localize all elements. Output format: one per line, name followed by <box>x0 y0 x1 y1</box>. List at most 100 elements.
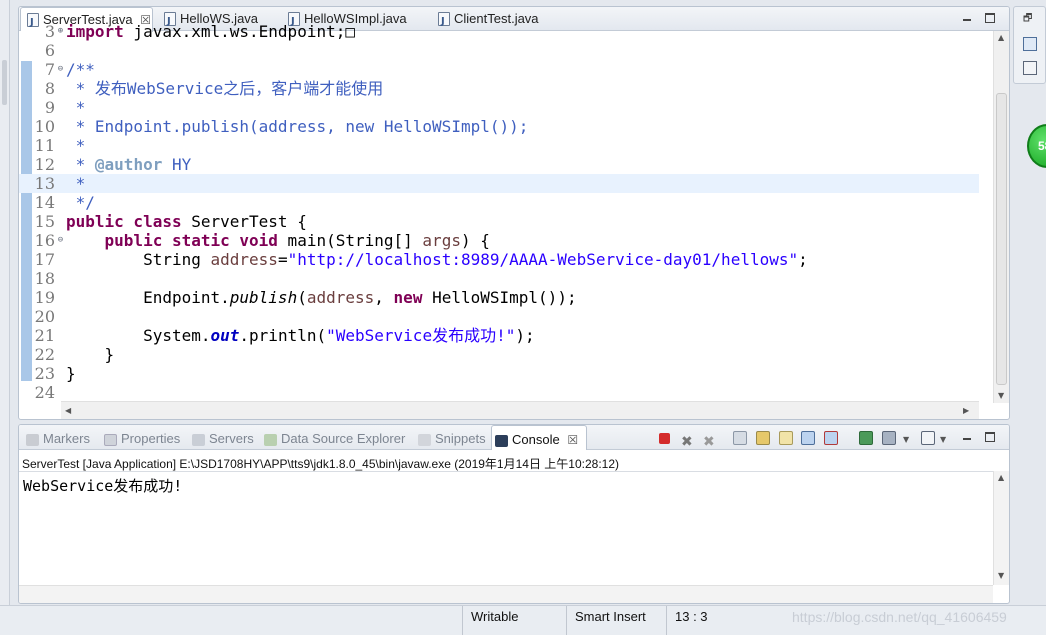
tab-snippets[interactable]: Snippets <box>415 425 486 450</box>
restore-icon[interactable]: 🗗 <box>1023 11 1037 25</box>
code-line[interactable]: 3 ⊕ import javax.xml.ws.Endpoint;□ <box>19 22 979 41</box>
terminate-icon[interactable] <box>659 433 670 444</box>
code-line[interactable]: 16 ⊖ public static void main(String[] arg… <box>19 231 979 250</box>
console-icon <box>495 435 508 447</box>
chevron-down-icon[interactable]: ▼ <box>903 435 909 444</box>
console-vertical-scrollbar[interactable]: ▲ ▼ <box>993 471 1009 585</box>
scroll-thumb[interactable] <box>996 93 1007 385</box>
editor-vertical-scrollbar[interactable]: ▲ ▼ <box>993 31 1009 403</box>
code-line[interactable]: 12 * @author HY <box>19 155 979 174</box>
cursor-position: 13 : 3 <box>666 606 766 635</box>
code-line[interactable]: 14 */ <box>19 193 979 212</box>
tab-console[interactable]: Console ☒ <box>491 425 587 450</box>
fold-toggle-icon[interactable]: ⊖ <box>56 236 65 245</box>
line-number: 22 <box>34 345 55 364</box>
display-console-icon[interactable] <box>882 431 896 445</box>
tab-markers[interactable]: Markers <box>23 425 90 450</box>
clear-console-icon[interactable] <box>733 431 747 445</box>
scroll-right-icon[interactable]: ▶ <box>963 406 969 415</box>
code-line[interactable]: 15 public class ServerTest { <box>19 212 979 231</box>
console-pane: Markers Properties Servers Data Source E… <box>18 424 1010 604</box>
scroll-down-icon[interactable]: ▼ <box>998 571 1004 580</box>
chevron-down-icon[interactable]: ▼ <box>940 435 946 444</box>
code-text: } <box>66 345 115 364</box>
maximize-icon[interactable] <box>985 432 995 442</box>
tab-label: Snippets <box>435 431 486 446</box>
show-when-stderr-icon[interactable] <box>824 431 838 445</box>
tab-label: Data Source Explorer <box>281 431 406 446</box>
code-line[interactable]: 23} <box>19 364 979 383</box>
task-list-icon[interactable] <box>1023 61 1037 75</box>
line-number: 18 <box>34 269 55 288</box>
code-line[interactable]: 6 <box>19 41 979 60</box>
code-text: */ <box>66 193 95 212</box>
notification-badge[interactable]: 58 <box>1027 124 1046 168</box>
editor-pane: ServerTest.java ☒ HelloWS.java HelloWSIm… <box>18 6 1010 420</box>
code-line[interactable]: 10 * Endpoint.publish(address, new Hello… <box>19 117 979 136</box>
maximize-icon[interactable] <box>985 13 995 23</box>
scroll-up-icon[interactable]: ▲ <box>998 33 1004 42</box>
code-line[interactable]: 11 * <box>19 136 979 155</box>
code-line[interactable]: 7 ⊖/** <box>19 60 979 79</box>
watermark: https://blog.csdn.net/qq_41606459 <box>792 609 1007 625</box>
code-text: * @author HY <box>66 155 192 174</box>
code-line[interactable]: 21 System.out.println("WebService发布成功!")… <box>19 326 979 345</box>
snippets-icon <box>418 434 431 446</box>
scroll-left-icon[interactable]: ◀ <box>65 406 71 415</box>
remove-launch-icon[interactable]: ✖ <box>681 431 695 450</box>
tab-data-source-explorer[interactable]: Data Source Explorer <box>261 425 405 450</box>
left-scroll-indicator[interactable] <box>2 60 7 105</box>
code-line[interactable]: 20 <box>19 307 979 326</box>
outline-icon[interactable] <box>1023 37 1037 51</box>
line-number: 6 <box>44 41 55 60</box>
status-bar: Writable Smart Insert 13 : 3 https://blo… <box>0 605 1046 635</box>
console-output[interactable]: WebService发布成功! <box>19 471 993 585</box>
code-text: public static void main(String[] args) { <box>104 231 490 250</box>
console-horizontal-scrollbar[interactable] <box>19 585 993 603</box>
code-text: System.out.println("WebService发布成功!"); <box>66 326 535 345</box>
fold-toggle-icon[interactable]: ⊖ <box>56 65 65 74</box>
right-trim-toolbar: 🗗 <box>1013 6 1046 84</box>
minimize-icon[interactable] <box>961 430 973 442</box>
pin-console-icon[interactable] <box>859 431 873 445</box>
code-line[interactable]: 13 * <box>19 174 979 193</box>
code-line[interactable]: 18 <box>19 269 979 288</box>
code-text: String address="http://localhost:8989/AA… <box>66 250 808 269</box>
scroll-up-icon[interactable]: ▲ <box>998 473 1004 482</box>
line-number: 16 <box>34 231 55 250</box>
writable-status: Writable <box>462 606 564 635</box>
code-line[interactable]: 17 String address="http://localhost:8989… <box>19 250 979 269</box>
code-line[interactable]: 9 * <box>19 98 979 117</box>
scroll-down-icon[interactable]: ▼ <box>998 391 1004 400</box>
code-text: * 发布WebService之后，客户端才能使用 <box>66 79 384 98</box>
tab-close-icon[interactable]: ☒ <box>567 433 578 447</box>
scroll-lock-icon[interactable] <box>756 431 770 445</box>
tab-label: Servers <box>209 431 254 446</box>
open-console-icon[interactable] <box>921 431 935 445</box>
code-line[interactable]: 19 Endpoint.publish(address, new HelloWS… <box>19 288 979 307</box>
tab-label: Markers <box>43 431 90 446</box>
code-line[interactable]: 24 <box>19 383 979 402</box>
code-editor[interactable]: 3 ⊕ import javax.xml.ws.Endpoint;□ 6 7 ⊖/** 8 … <box>19 22 979 403</box>
line-number: 19 <box>34 288 55 307</box>
line-number: 9 <box>44 98 55 117</box>
line-number: 17 <box>34 250 55 269</box>
code-line[interactable]: 22 } <box>19 345 979 364</box>
line-number: 3 <box>44 22 55 41</box>
line-number: 15 <box>34 212 55 231</box>
show-when-stdout-icon[interactable] <box>801 431 815 445</box>
remove-all-terminated-icon[interactable]: ✖ <box>703 431 717 450</box>
editor-horizontal-scrollbar[interactable]: ◀ ▶ <box>61 401 979 419</box>
tab-servers[interactable]: Servers <box>189 425 254 450</box>
line-number: 12 <box>34 155 55 174</box>
properties-icon <box>104 434 117 446</box>
code-text: } <box>66 364 76 383</box>
word-wrap-icon[interactable] <box>779 431 793 445</box>
code-text: /** <box>66 60 95 79</box>
line-number: 7 <box>44 60 55 79</box>
tab-properties[interactable]: Properties <box>101 425 180 450</box>
code-text: public class ServerTest { <box>66 212 307 231</box>
code-text: Endpoint.publish(address, new HelloWSImp… <box>66 288 577 307</box>
fold-toggle-icon[interactable]: ⊕ <box>56 27 65 36</box>
code-line[interactable]: 8 * 发布WebService之后，客户端才能使用 <box>19 79 979 98</box>
